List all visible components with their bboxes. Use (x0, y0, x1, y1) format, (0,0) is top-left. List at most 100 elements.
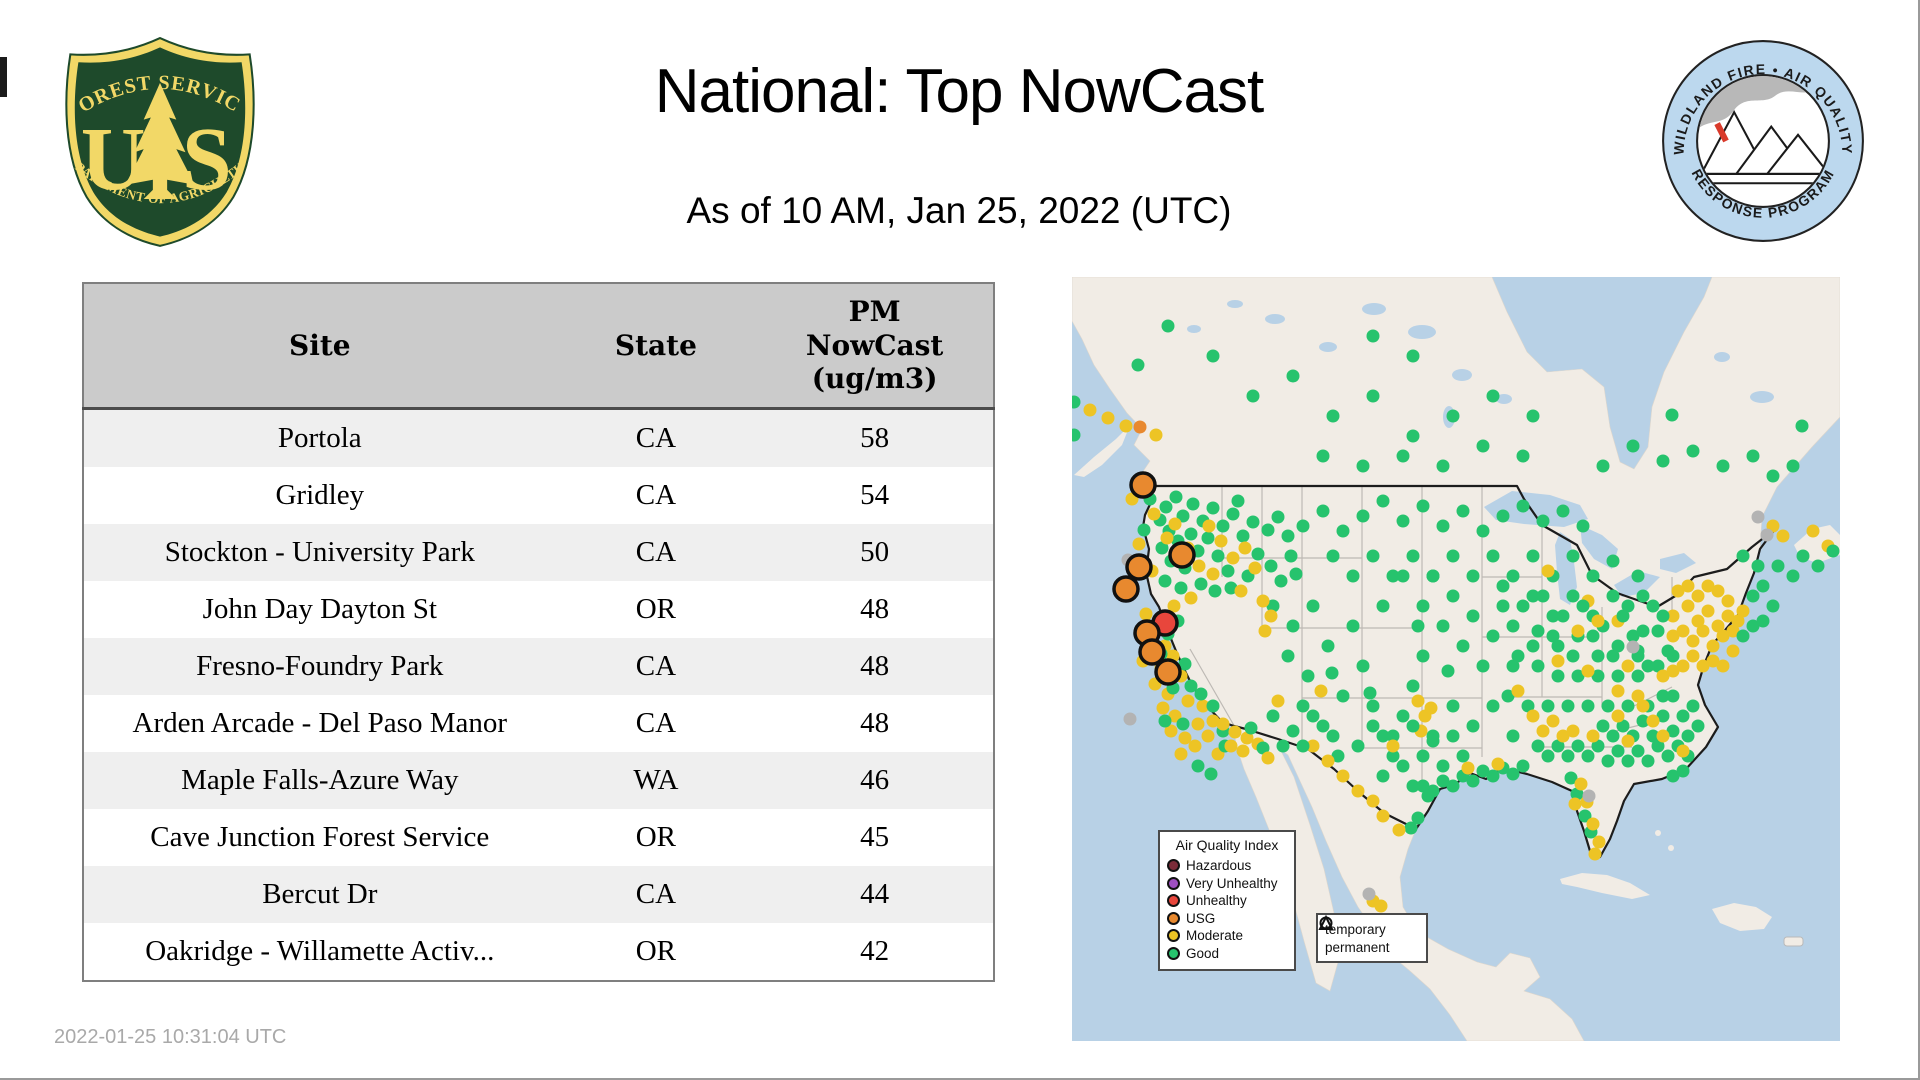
site-dot[interactable] (1756, 579, 1770, 593)
site-dot[interactable] (1366, 329, 1380, 343)
site-dot[interactable] (1446, 409, 1460, 423)
site-dot[interactable] (1362, 887, 1376, 901)
site-dot[interactable] (1366, 794, 1380, 808)
site-dot[interactable] (1716, 459, 1730, 473)
site-dot[interactable] (1681, 729, 1695, 743)
site-dot[interactable] (1676, 709, 1690, 723)
site-dot[interactable] (1286, 619, 1300, 633)
site-dot[interactable] (1296, 519, 1310, 533)
site-dot[interactable] (1416, 499, 1430, 513)
site-dot[interactable] (1736, 604, 1750, 618)
site-dot[interactable] (1336, 524, 1350, 538)
site-dot[interactable] (1169, 490, 1183, 504)
site-dot[interactable] (1606, 589, 1620, 603)
site-dot[interactable] (1271, 510, 1285, 524)
site-dot[interactable] (1194, 687, 1208, 701)
site-dot[interactable] (1626, 640, 1640, 654)
site-dot[interactable] (1404, 821, 1418, 835)
site-dot[interactable] (1436, 759, 1450, 773)
site-dot[interactable] (1159, 500, 1173, 514)
site-dot[interactable] (1160, 531, 1174, 545)
site-dot[interactable] (1396, 514, 1410, 528)
site-dot[interactable] (1476, 439, 1490, 453)
site-dot[interactable] (1571, 624, 1585, 638)
site-dot[interactable] (1221, 564, 1235, 578)
site-dot[interactable] (1406, 719, 1420, 733)
site-dot[interactable] (1376, 809, 1390, 823)
site-dot[interactable] (1661, 644, 1675, 658)
site-dot[interactable] (1611, 709, 1625, 723)
site-dot[interactable] (1611, 684, 1625, 698)
site-dot[interactable] (1149, 428, 1163, 442)
site-dot[interactable] (1101, 411, 1115, 425)
site-dot[interactable] (1416, 749, 1430, 763)
site-dot[interactable] (1776, 529, 1790, 543)
site-dot[interactable] (1426, 734, 1440, 748)
site-dot[interactable] (1721, 594, 1735, 608)
top-site-marker[interactable] (1154, 658, 1182, 686)
site-dot[interactable] (1760, 528, 1774, 542)
site-dot[interactable] (1551, 669, 1565, 683)
site-dot[interactable] (1396, 709, 1410, 723)
site-dot[interactable] (1131, 358, 1145, 372)
site-dot[interactable] (1476, 659, 1490, 673)
site-dot[interactable] (1631, 669, 1645, 683)
site-dot[interactable] (1356, 509, 1370, 523)
site-dot[interactable] (1456, 749, 1470, 763)
site-dot[interactable] (1511, 649, 1525, 663)
site-dot[interactable] (1281, 649, 1295, 663)
site-dot[interactable] (1701, 604, 1715, 618)
site-dot[interactable] (1246, 389, 1260, 403)
site-dot[interactable] (1206, 699, 1220, 713)
site-dot[interactable] (1568, 797, 1582, 811)
site-dot[interactable] (1261, 751, 1275, 765)
site-dot[interactable] (1706, 639, 1720, 653)
site-dot[interactable] (1325, 666, 1339, 680)
site-dot[interactable] (1271, 694, 1285, 708)
site-dot[interactable] (1446, 589, 1460, 603)
site-dot[interactable] (1396, 759, 1410, 773)
site-dot[interactable] (1586, 817, 1600, 831)
site-dot[interactable] (1646, 714, 1660, 728)
site-dot[interactable] (1211, 549, 1225, 563)
site-dot[interactable] (1214, 534, 1228, 548)
site-dot[interactable] (1228, 725, 1242, 739)
site-dot[interactable] (1666, 629, 1680, 643)
site-dot[interactable] (1224, 739, 1238, 753)
site-dot[interactable] (1446, 699, 1460, 713)
site-dot[interactable] (1406, 349, 1420, 363)
site-dot[interactable] (1526, 639, 1540, 653)
top-site-marker[interactable] (1129, 471, 1157, 499)
site-dot[interactable] (1461, 761, 1475, 775)
site-dot[interactable] (1194, 577, 1208, 591)
site-dot[interactable] (1411, 619, 1425, 633)
site-dot[interactable] (1611, 744, 1625, 758)
site-dot[interactable] (1366, 699, 1380, 713)
top-site-marker[interactable] (1112, 575, 1140, 603)
site-dot[interactable] (1326, 409, 1340, 423)
site-dot[interactable] (1208, 584, 1222, 598)
site-dot[interactable] (1133, 420, 1147, 434)
site-dot[interactable] (1244, 721, 1258, 735)
site-dot[interactable] (1238, 541, 1252, 555)
site-dot[interactable] (1466, 719, 1480, 733)
site-dot[interactable] (1421, 789, 1435, 803)
site-dot[interactable] (1426, 569, 1440, 583)
site-dot[interactable] (1746, 589, 1760, 603)
site-dot[interactable] (1206, 349, 1220, 363)
site-dot[interactable] (1366, 719, 1380, 733)
site-dot[interactable] (1536, 514, 1550, 528)
us-map[interactable]: Air Quality Index Hazardous Very Unhealth… (1072, 277, 1840, 1041)
site-dot[interactable] (1626, 439, 1640, 453)
site-dot[interactable] (1326, 729, 1340, 743)
site-dot[interactable] (1346, 619, 1360, 633)
site-dot[interactable] (1566, 724, 1580, 738)
site-dot[interactable] (1336, 769, 1350, 783)
site-dot[interactable] (1656, 609, 1670, 623)
site-dot[interactable] (1606, 729, 1620, 743)
site-dot[interactable] (1586, 629, 1600, 643)
site-dot[interactable] (1591, 614, 1605, 628)
site-dot[interactable] (1795, 419, 1809, 433)
site-dot[interactable] (1216, 717, 1230, 731)
site-dot[interactable] (1566, 589, 1580, 603)
